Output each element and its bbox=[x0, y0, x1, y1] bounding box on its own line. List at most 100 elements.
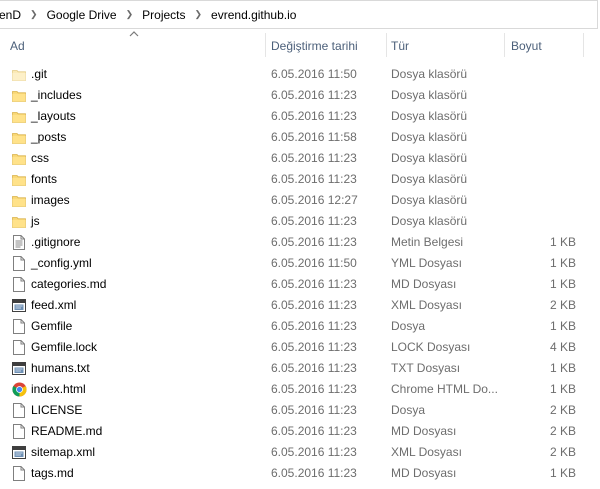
file-type: MD Dosyası bbox=[391, 277, 457, 291]
file-name: fonts bbox=[31, 172, 58, 186]
file-modified-date: 6.05.2016 11:23 bbox=[271, 361, 357, 375]
column-divider[interactable] bbox=[504, 33, 505, 57]
file-row[interactable]: humans.txt 6.05.2016 11:23 TXT Dosyası 1… bbox=[0, 358, 600, 379]
file-size: 1 KB bbox=[549, 277, 576, 291]
file-type: Dosya klasörü bbox=[391, 67, 468, 81]
blank-document-icon bbox=[12, 319, 26, 334]
folder-icon bbox=[12, 151, 26, 166]
file-row[interactable]: _posts 6.05.2016 11:58 Dosya klasörü bbox=[0, 127, 600, 148]
file-modified-date: 6.05.2016 11:23 bbox=[271, 466, 357, 480]
file-modified-date: 6.05.2016 11:50 bbox=[271, 256, 357, 270]
folder-icon bbox=[12, 214, 26, 229]
column-header-type[interactable]: Tür bbox=[391, 31, 409, 59]
file-modified-date: 6.05.2016 11:23 bbox=[271, 214, 357, 228]
file-type: MD Dosyası bbox=[391, 466, 457, 480]
breadcrumb-item-google-drive[interactable]: Google Drive bbox=[41, 8, 123, 22]
file-type: Dosya klasörü bbox=[391, 151, 468, 165]
file-row[interactable]: images 6.05.2016 12:27 Dosya klasörü bbox=[0, 190, 600, 211]
blank-document-icon bbox=[12, 403, 26, 418]
file-modified-date: 6.05.2016 11:23 bbox=[271, 340, 357, 354]
file-row[interactable]: sitemap.xml 6.05.2016 11:23 XML Dosyası … bbox=[0, 442, 600, 463]
breadcrumb-chevron-icon[interactable]: ❯ bbox=[192, 9, 206, 20]
file-modified-date: 6.05.2016 11:23 bbox=[271, 382, 357, 396]
folder-icon bbox=[12, 88, 26, 103]
file-row[interactable]: fonts 6.05.2016 11:23 Dosya klasörü bbox=[0, 169, 600, 190]
file-row[interactable]: README.md 6.05.2016 11:23 MD Dosyası 2 K… bbox=[0, 421, 600, 442]
column-divider[interactable] bbox=[265, 33, 266, 57]
breadcrumb-item-projects[interactable]: Projects bbox=[136, 8, 191, 22]
file-name: images bbox=[31, 193, 70, 207]
file-modified-date: 6.05.2016 11:23 bbox=[271, 403, 357, 417]
file-row[interactable]: feed.xml 6.05.2016 11:23 XML Dosyası 2 K… bbox=[0, 295, 600, 316]
file-row[interactable]: tags.md 6.05.2016 11:23 MD Dosyası 1 KB bbox=[0, 463, 600, 484]
file-size: 2 KB bbox=[549, 298, 576, 312]
column-header-size[interactable]: Boyut bbox=[511, 31, 542, 59]
file-size: 1 KB bbox=[549, 319, 576, 333]
file-row[interactable]: categories.md 6.05.2016 11:23 MD Dosyası… bbox=[0, 274, 600, 295]
file-modified-date: 6.05.2016 11:50 bbox=[271, 67, 357, 81]
xml-document-icon bbox=[12, 445, 26, 460]
file-type: Dosya bbox=[391, 319, 426, 333]
file-type: YML Dosyası bbox=[391, 256, 462, 270]
file-name: Gemfile.lock bbox=[31, 340, 98, 354]
file-row[interactable]: LICENSE 6.05.2016 11:23 Dosya 2 KB bbox=[0, 400, 600, 421]
sort-ascending-icon bbox=[129, 31, 139, 37]
file-name: _posts bbox=[31, 130, 67, 144]
file-size: 1 KB bbox=[549, 256, 576, 270]
column-divider[interactable] bbox=[386, 33, 387, 57]
file-name: css bbox=[31, 151, 49, 165]
file-row[interactable]: index.html 6.05.2016 11:23 Chrome HTML D… bbox=[0, 379, 600, 400]
column-header-row: Ad Değiştirme tarihi Tür Boyut bbox=[0, 31, 600, 59]
column-divider[interactable] bbox=[583, 33, 584, 57]
address-bar[interactable]: enD ❯ Google Drive ❯ Projects ❯ evrend.g… bbox=[0, 0, 598, 29]
file-size: 1 KB bbox=[549, 382, 576, 396]
file-name: feed.xml bbox=[31, 298, 77, 312]
file-row[interactable]: .git 6.05.2016 11:50 Dosya klasörü bbox=[0, 64, 600, 85]
file-row[interactable]: _includes 6.05.2016 11:23 Dosya klasörü bbox=[0, 85, 600, 106]
file-row[interactable]: js 6.05.2016 11:23 Dosya klasörü bbox=[0, 211, 600, 232]
breadcrumb-chevron-icon[interactable]: ❯ bbox=[27, 9, 41, 20]
file-name: _layouts bbox=[31, 109, 76, 123]
file-row[interactable]: .gitignore 6.05.2016 11:23 Metin Belgesi… bbox=[0, 232, 600, 253]
file-modified-date: 6.05.2016 11:23 bbox=[271, 445, 357, 459]
file-type: Dosya klasörü bbox=[391, 109, 468, 123]
blank-document-icon bbox=[12, 277, 26, 292]
blank-document-icon bbox=[12, 424, 26, 439]
file-modified-date: 6.05.2016 11:23 bbox=[271, 88, 357, 102]
file-modified-date: 6.05.2016 11:23 bbox=[271, 298, 357, 312]
file-row[interactable]: Gemfile.lock 6.05.2016 11:23 LOCK Dosyas… bbox=[0, 337, 600, 358]
file-type: Dosya klasörü bbox=[391, 130, 468, 144]
file-type: TXT Dosyası bbox=[391, 361, 461, 375]
file-modified-date: 6.05.2016 11:23 bbox=[271, 319, 357, 333]
file-modified-date: 6.05.2016 11:23 bbox=[271, 151, 357, 165]
file-size: 1 KB bbox=[549, 466, 576, 480]
file-row[interactable]: _layouts 6.05.2016 11:23 Dosya klasörü bbox=[0, 106, 600, 127]
file-size: 2 KB bbox=[549, 403, 576, 417]
file-type: MD Dosyası bbox=[391, 424, 457, 438]
blank-document-icon bbox=[12, 466, 26, 481]
file-modified-date: 6.05.2016 11:23 bbox=[271, 277, 357, 291]
file-type: Dosya klasörü bbox=[391, 193, 468, 207]
folder-light-icon bbox=[12, 67, 26, 82]
folder-icon bbox=[12, 193, 26, 208]
file-size: 2 KB bbox=[549, 445, 576, 459]
breadcrumb-item-current-folder[interactable]: evrend.github.io bbox=[205, 8, 302, 22]
file-modified-date: 6.05.2016 11:23 bbox=[271, 235, 357, 249]
file-type: XML Dosyası bbox=[391, 445, 462, 459]
breadcrumb-chevron-icon[interactable]: ❯ bbox=[123, 9, 137, 20]
file-type: Dosya bbox=[391, 403, 426, 417]
column-header-name[interactable]: Ad bbox=[10, 31, 25, 59]
xml-document-icon bbox=[12, 298, 26, 313]
file-name: sitemap.xml bbox=[31, 445, 96, 459]
file-type: Chrome HTML Do... bbox=[391, 382, 498, 396]
breadcrumb-item-user[interactable]: enD bbox=[0, 8, 27, 22]
file-size: 1 KB bbox=[549, 235, 576, 249]
file-row[interactable]: _config.yml 6.05.2016 11:50 YML Dosyası … bbox=[0, 253, 600, 274]
file-row[interactable]: css 6.05.2016 11:23 Dosya klasörü bbox=[0, 148, 600, 169]
file-type: Metin Belgesi bbox=[391, 235, 464, 249]
file-modified-date: 6.05.2016 11:58 bbox=[271, 130, 357, 144]
file-name: tags.md bbox=[31, 466, 74, 480]
column-header-date[interactable]: Değiştirme tarihi bbox=[271, 31, 358, 59]
file-row[interactable]: Gemfile 6.05.2016 11:23 Dosya 1 KB bbox=[0, 316, 600, 337]
folder-icon bbox=[12, 130, 26, 145]
